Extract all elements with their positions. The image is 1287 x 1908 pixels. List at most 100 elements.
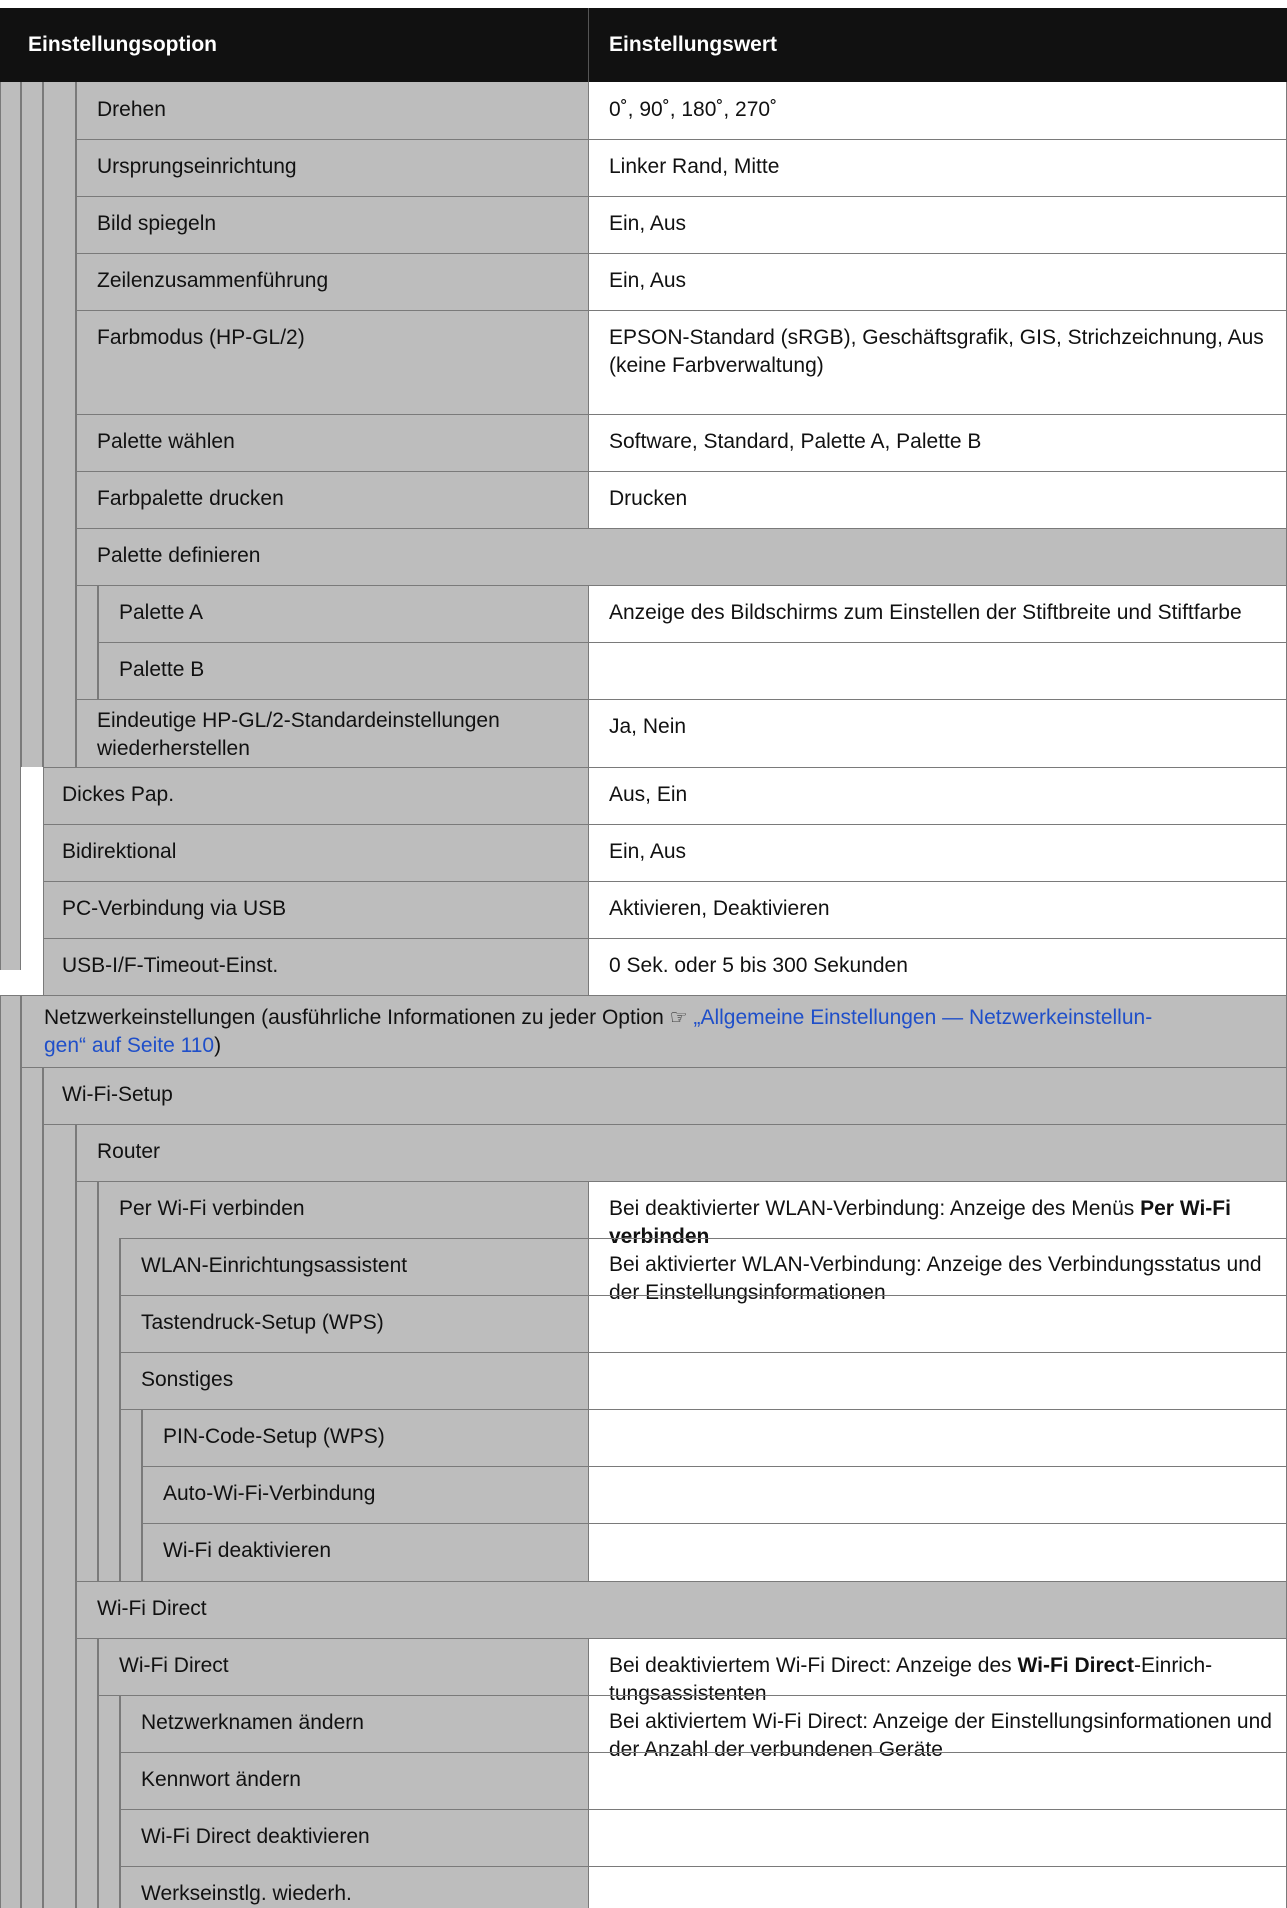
row-option: Sonstiges [120, 1352, 588, 1409]
row-divider [43, 767, 1287, 768]
row-divider [76, 310, 1287, 311]
row-option: PIN-Code-Setup (WPS) [142, 1409, 588, 1466]
value-text: Bei aktivierter WLAN-Verbindung: Anzeige… [609, 1253, 1262, 1304]
row-divider [76, 1638, 1287, 1639]
row-divider [76, 1181, 1287, 1182]
row-option: Eindeutige HP-GL/2-Standardeinstellungen… [76, 699, 588, 767]
closing-paren: ) [214, 1034, 222, 1057]
network-settings-link[interactable]: gen“ auf Seite 110 [44, 1034, 214, 1057]
row-option: Tastendruck-Setup (WPS) [120, 1295, 588, 1352]
row-option: Zeilenzusammenführung [76, 253, 588, 310]
row-divider [76, 471, 1287, 472]
row-option: Farbmodus (HP-GL/2) [76, 310, 588, 414]
row-value: Drucken [588, 471, 1287, 528]
row-divider [76, 139, 1287, 140]
row-value: Ein, Aus [588, 824, 1287, 881]
row-value: Ein, Aus [588, 196, 1287, 253]
row-option: Ursprungseinrichtung [76, 139, 588, 196]
row-divider [120, 1409, 1287, 1410]
row-value: Aus, Ein [588, 767, 1287, 824]
row-value: 0 Sek. oder 5 bis 300 Sekunden [588, 938, 1287, 995]
row-option: Werkseinstlg. wiederh. [120, 1866, 588, 1908]
value-bold: Wi-Fi Direct [1017, 1654, 1134, 1677]
row-option: Auto-Wi-Fi-Verbindung [142, 1466, 588, 1523]
value-text: Bei aktiviertem Wi-Fi Direct: Anzeige de… [609, 1710, 1272, 1761]
header-option: Einstellungsoption [0, 8, 588, 82]
level-bar [76, 585, 98, 699]
row-value: Linker Rand, Mitte [588, 139, 1287, 196]
row-divider [142, 1523, 1287, 1524]
row-divider [76, 585, 1287, 586]
row-option: Palette A [98, 585, 588, 642]
row-divider [43, 881, 1287, 882]
pointing-hand-icon: ☞ [669, 1005, 688, 1029]
row-option: USB-I/F-Timeout-Einst. [43, 938, 588, 995]
row-option: Dickes Pap. [43, 767, 588, 824]
group-row: Wi-Fi Direct [76, 1581, 1287, 1638]
group-row: Palette definieren [76, 528, 1287, 585]
row-value: 0˚, 90˚, 180˚, 270˚ [588, 82, 1287, 139]
row-divider [0, 995, 1287, 996]
row-value: Ja, Nein [588, 699, 1287, 767]
row-option: Netzwerknamen ändern [120, 1695, 588, 1752]
row-divider [120, 1352, 1287, 1353]
row-divider [76, 1581, 1287, 1582]
value-text: Bei deaktivierter WLAN-Verbindung: Anzei… [609, 1197, 1141, 1220]
row-divider [120, 1238, 1287, 1239]
row-divider [21, 1067, 1287, 1068]
level-bar [21, 82, 43, 767]
level-bar [21, 1067, 43, 1908]
row-value: Bei deaktivierter WLAN-Verbindung: Anzei… [588, 1181, 1287, 1581]
settings-table: Einstellungsoption Einstellungswert Dreh… [0, 0, 1287, 1908]
network-settings-text: Netzwerkeinstellungen (ausführliche Info… [44, 1006, 664, 1029]
level-bar [0, 82, 21, 970]
row-divider [142, 1466, 1287, 1467]
row-divider [76, 196, 1287, 197]
row-option: Bidirektional [43, 824, 588, 881]
row-value: Bei deaktiviertem Wi-Fi Direct: Anzeige … [588, 1638, 1287, 1908]
row-option: Wi-Fi deaktivieren [142, 1523, 588, 1581]
group-row: Router [76, 1124, 1287, 1181]
row-option: Per Wi-Fi verbinden [98, 1181, 588, 1238]
row-option: Wi-Fi Direct deaktivieren [120, 1809, 588, 1866]
row-option: Kennwort ändern [120, 1752, 588, 1809]
row-divider [76, 414, 1287, 415]
row-value: Ein, Aus [588, 253, 1287, 310]
row-option: Palette wählen [76, 414, 588, 471]
value-text: Bei deaktiviertem Wi-Fi Direct: Anzeige … [609, 1654, 1018, 1677]
row-option: Wi-Fi Direct [98, 1638, 588, 1695]
row-value: EPSON-Standard (sRGB), Geschäftsgrafik, … [588, 310, 1287, 414]
row-divider [76, 699, 1287, 700]
level-bar [76, 1638, 98, 1908]
level-bar [43, 82, 76, 767]
row-divider [98, 642, 1287, 643]
level-bar [98, 1695, 120, 1908]
row-option: Palette B [98, 642, 588, 699]
row-value: Software, Standard, Palette A, Palette B [588, 414, 1287, 471]
row-option: Drehen [76, 82, 588, 139]
level-bar [43, 1124, 76, 1908]
row-option: Bild spiegeln [76, 196, 588, 253]
level-bar [76, 1181, 98, 1581]
row-divider [98, 1695, 1287, 1696]
level-bar [98, 1238, 120, 1581]
network-settings-row: Netzwerkeinstellungen (ausführliche Info… [21, 995, 1287, 1067]
level-bar [0, 995, 21, 1908]
row-option: WLAN-Einrichtungsassistent [120, 1238, 588, 1295]
network-settings-link[interactable]: „Allgemeine Einstellungen — Netzwerkeins… [693, 1006, 1152, 1029]
header-value: Einstellungswert [588, 8, 1287, 82]
row-divider [76, 253, 1287, 254]
row-divider [43, 824, 1287, 825]
row-divider [76, 528, 1287, 529]
level-bar [120, 1409, 142, 1581]
row-divider [43, 938, 1287, 939]
row-option: PC-Verbindung via USB [43, 881, 588, 938]
group-row: Wi-Fi-Setup [43, 1067, 1287, 1124]
row-value: Aktivieren, Deaktivieren [588, 881, 1287, 938]
row-option: Farbpalette drucken [76, 471, 588, 528]
row-divider [120, 1866, 1287, 1867]
row-divider [120, 1809, 1287, 1810]
row-divider [120, 1295, 1287, 1296]
row-divider [43, 1124, 1287, 1125]
row-divider [120, 1752, 1287, 1753]
